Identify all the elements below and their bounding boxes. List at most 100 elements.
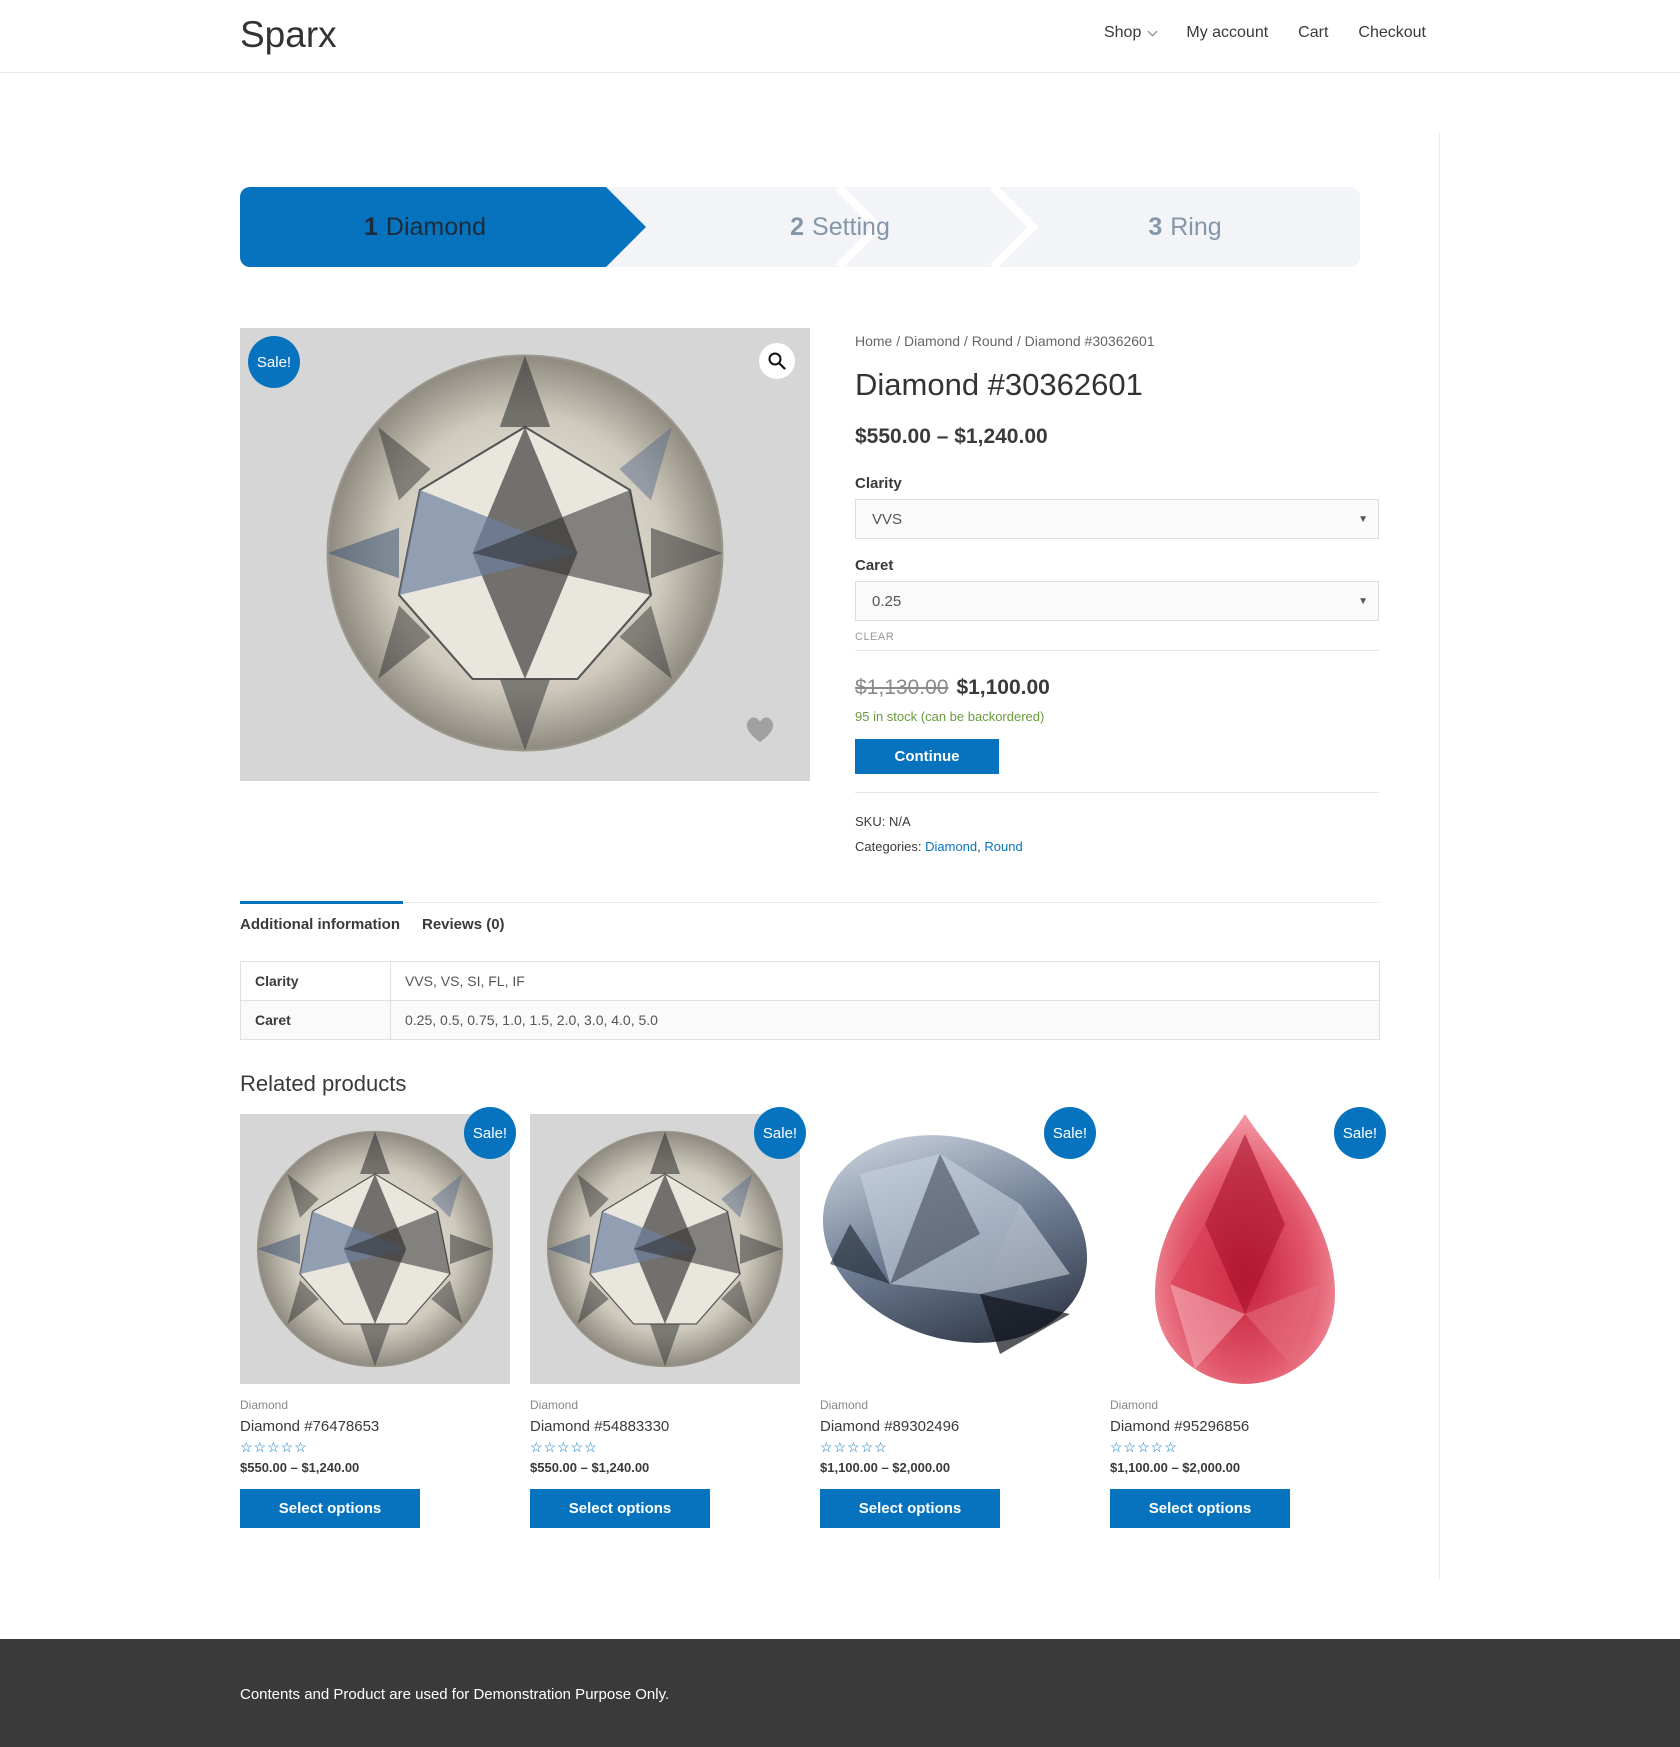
- breadcrumb[interactable]: Home / Diamond / Round / Diamond #303626…: [855, 333, 1379, 349]
- step-progress: 1 Diamond 2 Setting 3 Ring: [240, 187, 1360, 267]
- sku-label: SKU:: [855, 814, 886, 829]
- product-title[interactable]: Diamond #95296856: [1110, 1418, 1380, 1435]
- diamond-image: [326, 354, 724, 752]
- nav-cart[interactable]: Cart: [1298, 24, 1328, 42]
- attributes-table: Clarity VVS, VS, SI, FL, IF Caret 0.25, …: [240, 961, 1380, 1040]
- rating-stars-icon: ☆☆☆☆☆: [1110, 1439, 1178, 1455]
- magnifier-icon: [768, 352, 786, 370]
- pear-red-diamond-image: [1155, 1114, 1335, 1384]
- step-label: Setting: [812, 212, 890, 241]
- categories-label: Categories:: [855, 839, 922, 854]
- site-title[interactable]: Sparx: [240, 14, 337, 56]
- sku-row: SKU: N/A: [855, 809, 1379, 834]
- product-title[interactable]: Diamond #54883330: [530, 1418, 800, 1435]
- sale-badge: Sale!: [1334, 1107, 1386, 1159]
- product-card: Sale! Diamond Diamond #95296856 ☆☆☆☆☆ $1…: [1110, 1107, 1386, 1528]
- step-setting[interactable]: 2 Setting: [640, 187, 1040, 267]
- product-price: $1,100.00 – $2,000.00: [1110, 1460, 1241, 1475]
- caret-label: Caret: [855, 557, 894, 574]
- clarity-label: Clarity: [855, 475, 902, 492]
- site-footer: Contents and Product are used for Demons…: [0, 1639, 1680, 1747]
- step-diamond[interactable]: 1 Diamond: [240, 187, 646, 267]
- related-products-title: Related products: [240, 1071, 407, 1096]
- clarity-select[interactable]: VVS ▼: [855, 499, 1379, 539]
- site-header: Sparx Shop My account Cart Checkout: [0, 0, 1680, 73]
- round-diamond-image: [546, 1130, 784, 1368]
- main-nav: Shop My account Cart Checkout: [1104, 24, 1426, 42]
- dropdown-arrow-icon: ▼: [1358, 595, 1368, 607]
- step-number: 1: [364, 212, 378, 241]
- product-category: Diamond: [530, 1398, 579, 1412]
- table-row: Clarity VVS, VS, SI, FL, IF: [240, 961, 1380, 1001]
- oval-diamond-image: [822, 1135, 1088, 1354]
- chevron-down-icon: [1147, 26, 1158, 36]
- dropdown-arrow-icon: ▼: [1358, 513, 1368, 525]
- product-thumbnail[interactable]: [820, 1114, 1090, 1384]
- select-options-button[interactable]: Select options: [820, 1489, 1000, 1528]
- continue-button[interactable]: Continue: [855, 739, 999, 774]
- sale-badge: Sale!: [464, 1107, 516, 1159]
- product-summary: Home / Diamond / Round / Diamond #303626…: [855, 328, 1379, 859]
- product-thumbnail[interactable]: [1110, 1114, 1380, 1384]
- attribute-value: 0.25, 0.5, 0.75, 1.0, 1.5, 2.0, 3.0, 4.0…: [390, 1000, 1380, 1040]
- clear-link[interactable]: CLEAR: [855, 631, 1379, 643]
- divider: [855, 792, 1379, 793]
- step-label: Ring: [1170, 212, 1222, 241]
- category-link-round[interactable]: Round: [984, 839, 1022, 854]
- product-title[interactable]: Diamond #76478653: [240, 1418, 510, 1435]
- sale-badge: Sale!: [754, 1107, 806, 1159]
- product-thumbnail[interactable]: [240, 1114, 510, 1384]
- product-price: $1,100.00 – $2,000.00: [820, 1460, 951, 1475]
- nav-shop-label: Shop: [1103, 24, 1142, 41]
- product-title: Diamond #30362601: [855, 367, 1143, 402]
- product-category: Diamond: [820, 1398, 869, 1412]
- product-thumbnail[interactable]: [530, 1114, 800, 1384]
- divider: [855, 650, 1379, 651]
- select-options-button[interactable]: Select options: [1110, 1489, 1290, 1528]
- product-card: Sale! Diamond Diamond #76478653 ☆☆☆☆☆ $5…: [240, 1107, 516, 1528]
- product-category: Diamond: [240, 1398, 289, 1412]
- categories-row: Categories: Diamond, Round: [855, 839, 1023, 854]
- heart-watermark-icon: [746, 717, 774, 742]
- product-price: $550.00 – $1,240.00: [240, 1460, 360, 1475]
- round-diamond-image: [256, 1130, 494, 1368]
- sku-value: N/A: [888, 814, 911, 829]
- sale-badge: Sale!: [1044, 1107, 1096, 1159]
- variation-price: $1,130.00 $1,100.00: [855, 676, 1379, 700]
- attribute-value: VVS, VS, SI, FL, IF: [390, 961, 1380, 1001]
- clarity-value: VVS: [872, 510, 903, 528]
- step-number: 3: [1148, 212, 1163, 241]
- rating-stars-icon: ☆☆☆☆☆: [530, 1439, 598, 1455]
- product-tabs: Additional information Reviews (0): [240, 901, 1379, 942]
- product-meta: SKU: N/A Categories: Diamond, Round: [855, 809, 1379, 859]
- footer-text: Contents and Product are used for Demons…: [240, 1686, 670, 1703]
- product-image[interactable]: Sale!: [240, 328, 810, 781]
- nav-my-account[interactable]: My account: [1186, 24, 1268, 42]
- attribute-name: Caret: [240, 1000, 391, 1040]
- category-link-diamond[interactable]: Diamond: [925, 839, 977, 854]
- product-card: Sale! Diamond Diamond #54883330 ☆☆☆☆☆ $5…: [530, 1107, 806, 1528]
- caret-select[interactable]: 0.25 ▼: [855, 581, 1379, 621]
- product-price: $550.00 – $1,240.00: [530, 1460, 650, 1475]
- select-options-button[interactable]: Select options: [530, 1489, 710, 1528]
- related-products: Sale! Diamond Diamond #76478653 ☆☆☆☆☆ $5…: [240, 1107, 1386, 1534]
- step-number: 2: [790, 212, 805, 241]
- nav-shop[interactable]: Shop: [1103, 24, 1158, 42]
- old-price: $1,130.00: [855, 676, 949, 699]
- sidebar-divider: [1439, 133, 1440, 1580]
- rating-stars-icon: ☆☆☆☆☆: [820, 1439, 888, 1455]
- zoom-button[interactable]: [759, 343, 795, 379]
- attribute-name: Clarity: [240, 961, 391, 1001]
- stock-status: 95 in stock (can be backordered): [855, 709, 1045, 724]
- caret-value: 0.25: [872, 592, 902, 610]
- product-category: Diamond: [1110, 1398, 1159, 1412]
- tab-additional-information[interactable]: Additional information: [240, 901, 403, 933]
- price-range: $550.00 – $1,240.00: [855, 425, 1048, 448]
- step-ring[interactable]: 3 Ring: [1010, 187, 1360, 267]
- select-options-button[interactable]: Select options: [240, 1489, 420, 1528]
- nav-checkout[interactable]: Checkout: [1358, 24, 1426, 42]
- sale-badge: Sale!: [248, 336, 300, 388]
- rating-stars-icon: ☆☆☆☆☆: [240, 1439, 308, 1455]
- tab-reviews[interactable]: Reviews (0): [422, 903, 505, 933]
- product-title[interactable]: Diamond #89302496: [820, 1418, 1090, 1435]
